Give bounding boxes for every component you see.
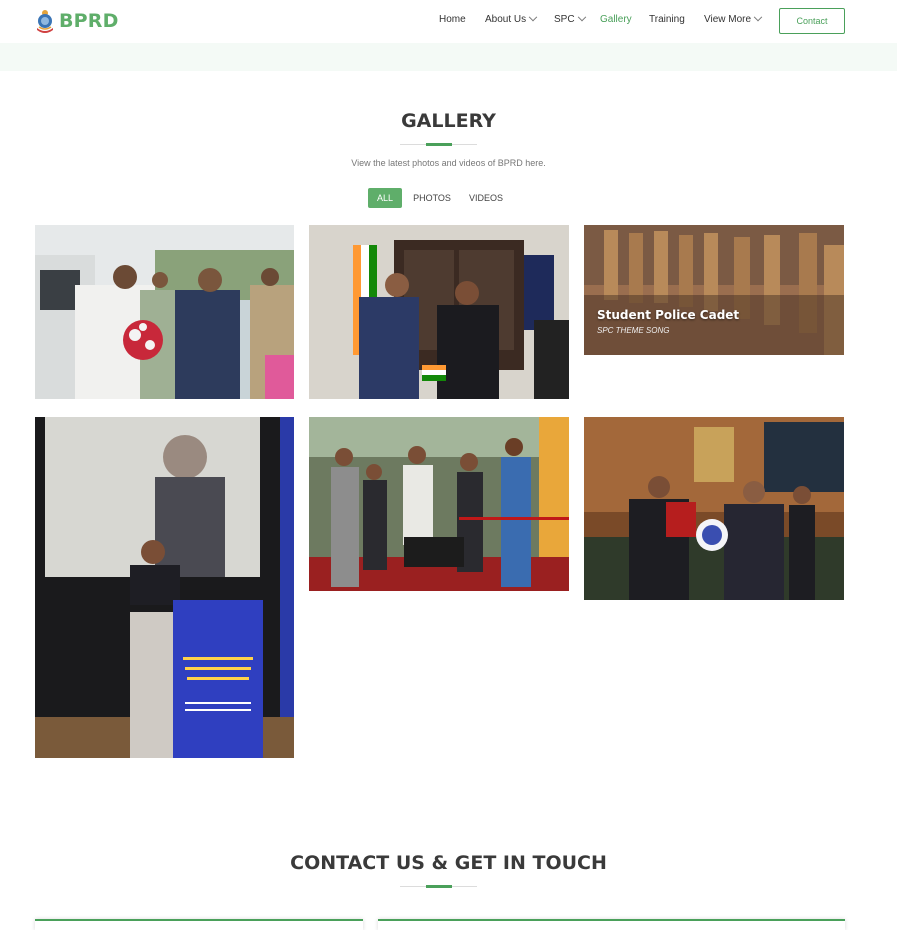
gallery-photo-bouquet-welcome[interactable]: [35, 225, 294, 399]
nav-item-gallery[interactable]: Gallery: [600, 14, 632, 25]
contact-form-card: [378, 919, 845, 930]
gallery-title: GALLERY: [401, 110, 496, 132]
nav-item-view-more[interactable]: View More: [704, 12, 763, 25]
filter-videos[interactable]: VIDEOS: [466, 188, 506, 208]
main-nav: Home About Us SPC Gallery Training View …: [0, 0, 897, 43]
gallery-photo-speaker-podium[interactable]: [35, 417, 294, 758]
filter-photos[interactable]: PHOTOS: [410, 188, 454, 208]
site-header: BPRD Home About Us SPC Gallery Training …: [0, 0, 897, 43]
nav-item-about-us[interactable]: About Us: [485, 12, 538, 25]
filter-all[interactable]: ALL: [368, 188, 402, 208]
gallery-photo-equipment-demo[interactable]: [309, 417, 569, 591]
video-subtitle: SPC THEME SONG: [597, 326, 670, 335]
nav-item-home[interactable]: Home: [439, 14, 466, 25]
nav-item-training[interactable]: Training: [649, 14, 685, 25]
gallery-title-divider: [400, 143, 477, 146]
nav-item-label: View More: [704, 14, 752, 25]
nav-item-label: Gallery: [600, 14, 632, 25]
gallery-photo-ceremony-presentation[interactable]: [584, 417, 844, 600]
nav-item-label: Training: [649, 14, 685, 25]
chevron-down-icon: [753, 12, 763, 21]
video-caption: Student Police Cadet SPC THEME SONG: [597, 308, 739, 335]
gallery-photo-handshake[interactable]: [309, 225, 569, 399]
nav-item-label: SPC: [554, 14, 575, 25]
nav-item-label: About Us: [485, 14, 527, 25]
video-title: Student Police Cadet: [597, 308, 740, 322]
chevron-down-icon: [528, 12, 538, 21]
contact-button[interactable]: Contact: [779, 8, 845, 34]
contact-title-divider: [400, 885, 477, 888]
hero-strip: [0, 43, 897, 71]
nav-item-label: Home: [439, 14, 466, 25]
nav-item-spc[interactable]: SPC: [554, 12, 586, 25]
contact-info-card: [35, 919, 363, 930]
gallery-filters: ALL PHOTOS VIDEOS: [0, 188, 897, 208]
gallery-video-spc-theme-song[interactable]: Student Police Cadet SPC THEME SONG: [584, 225, 844, 355]
contact-title: CONTACT US & GET IN TOUCH: [290, 852, 607, 874]
chevron-down-icon: [577, 12, 586, 21]
gallery-subtitle: View the latest photos and videos of BPR…: [351, 158, 546, 168]
